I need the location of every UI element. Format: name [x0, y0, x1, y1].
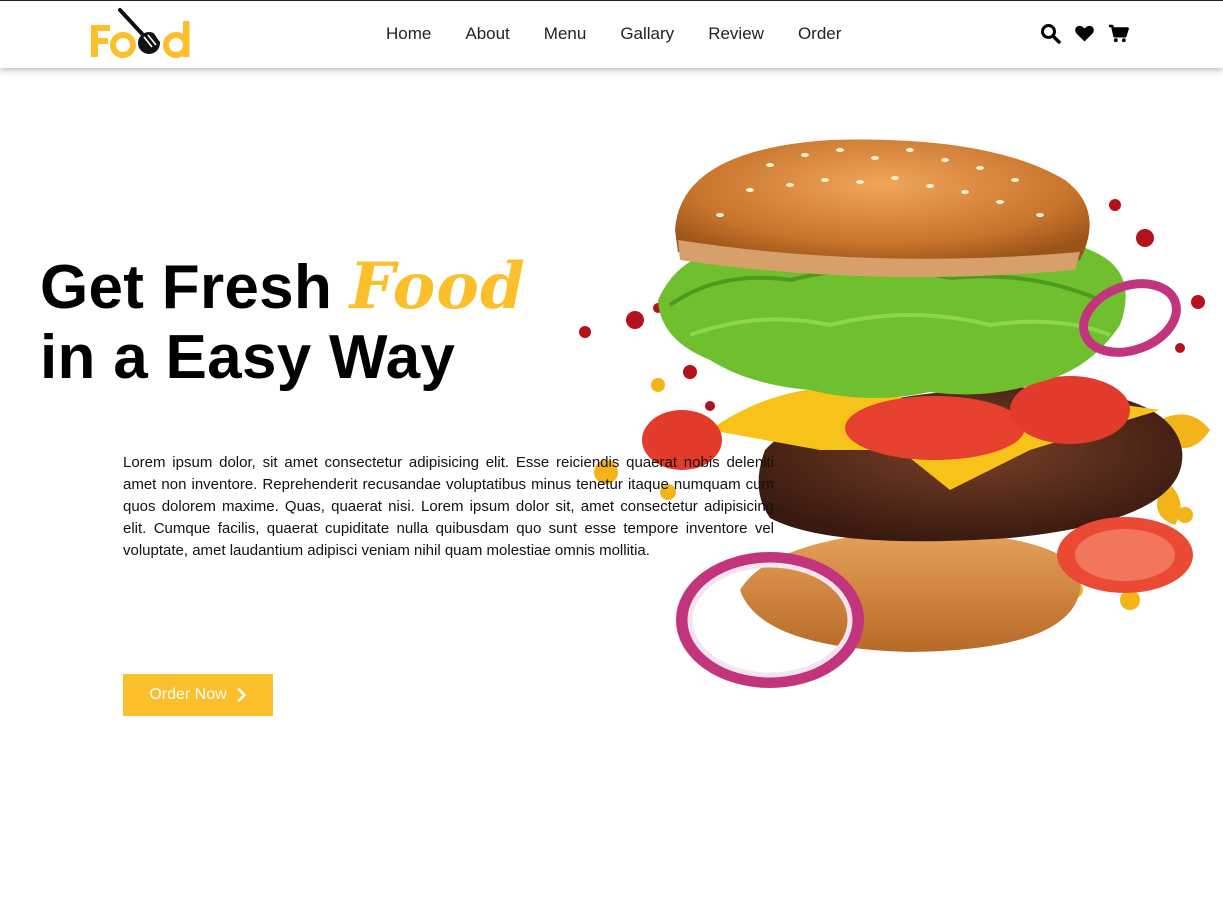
- cart-icon[interactable]: [1108, 23, 1129, 44]
- order-now-label: Order Now: [149, 686, 227, 703]
- burger-image: [579, 139, 1210, 688]
- hero-title-part1: Get Fresh: [40, 253, 350, 322]
- nav-icons: [1040, 23, 1129, 44]
- fork-spoon-logo-icon: [91, 8, 190, 58]
- nav-link-gallary[interactable]: Gallary: [603, 23, 691, 45]
- nav-link-review[interactable]: Review: [691, 23, 781, 45]
- nav-link-about[interactable]: About: [448, 23, 526, 45]
- hero-title-accent: Food: [349, 249, 526, 324]
- navbar: Home About Menu Gallary Review Order: [0, 0, 1223, 68]
- nav-menu: Home About Menu Gallary Review Order: [369, 23, 858, 45]
- nav-link-home[interactable]: Home: [369, 23, 448, 45]
- chevron-right-icon: [237, 688, 246, 702]
- hero-description: Lorem ipsum dolor, sit amet consectetur …: [123, 454, 774, 559]
- hero-title: Get Fresh Food in a Easy Way: [40, 252, 526, 393]
- nav-link-menu[interactable]: Menu: [527, 23, 604, 45]
- nav-link-order[interactable]: Order: [781, 23, 858, 45]
- order-now-button[interactable]: Order Now: [123, 674, 273, 716]
- heart-icon[interactable]: [1074, 23, 1095, 44]
- brand-logo[interactable]: [88, 7, 198, 63]
- search-icon[interactable]: [1040, 23, 1061, 44]
- hero-title-line2: in a Easy Way: [40, 323, 456, 392]
